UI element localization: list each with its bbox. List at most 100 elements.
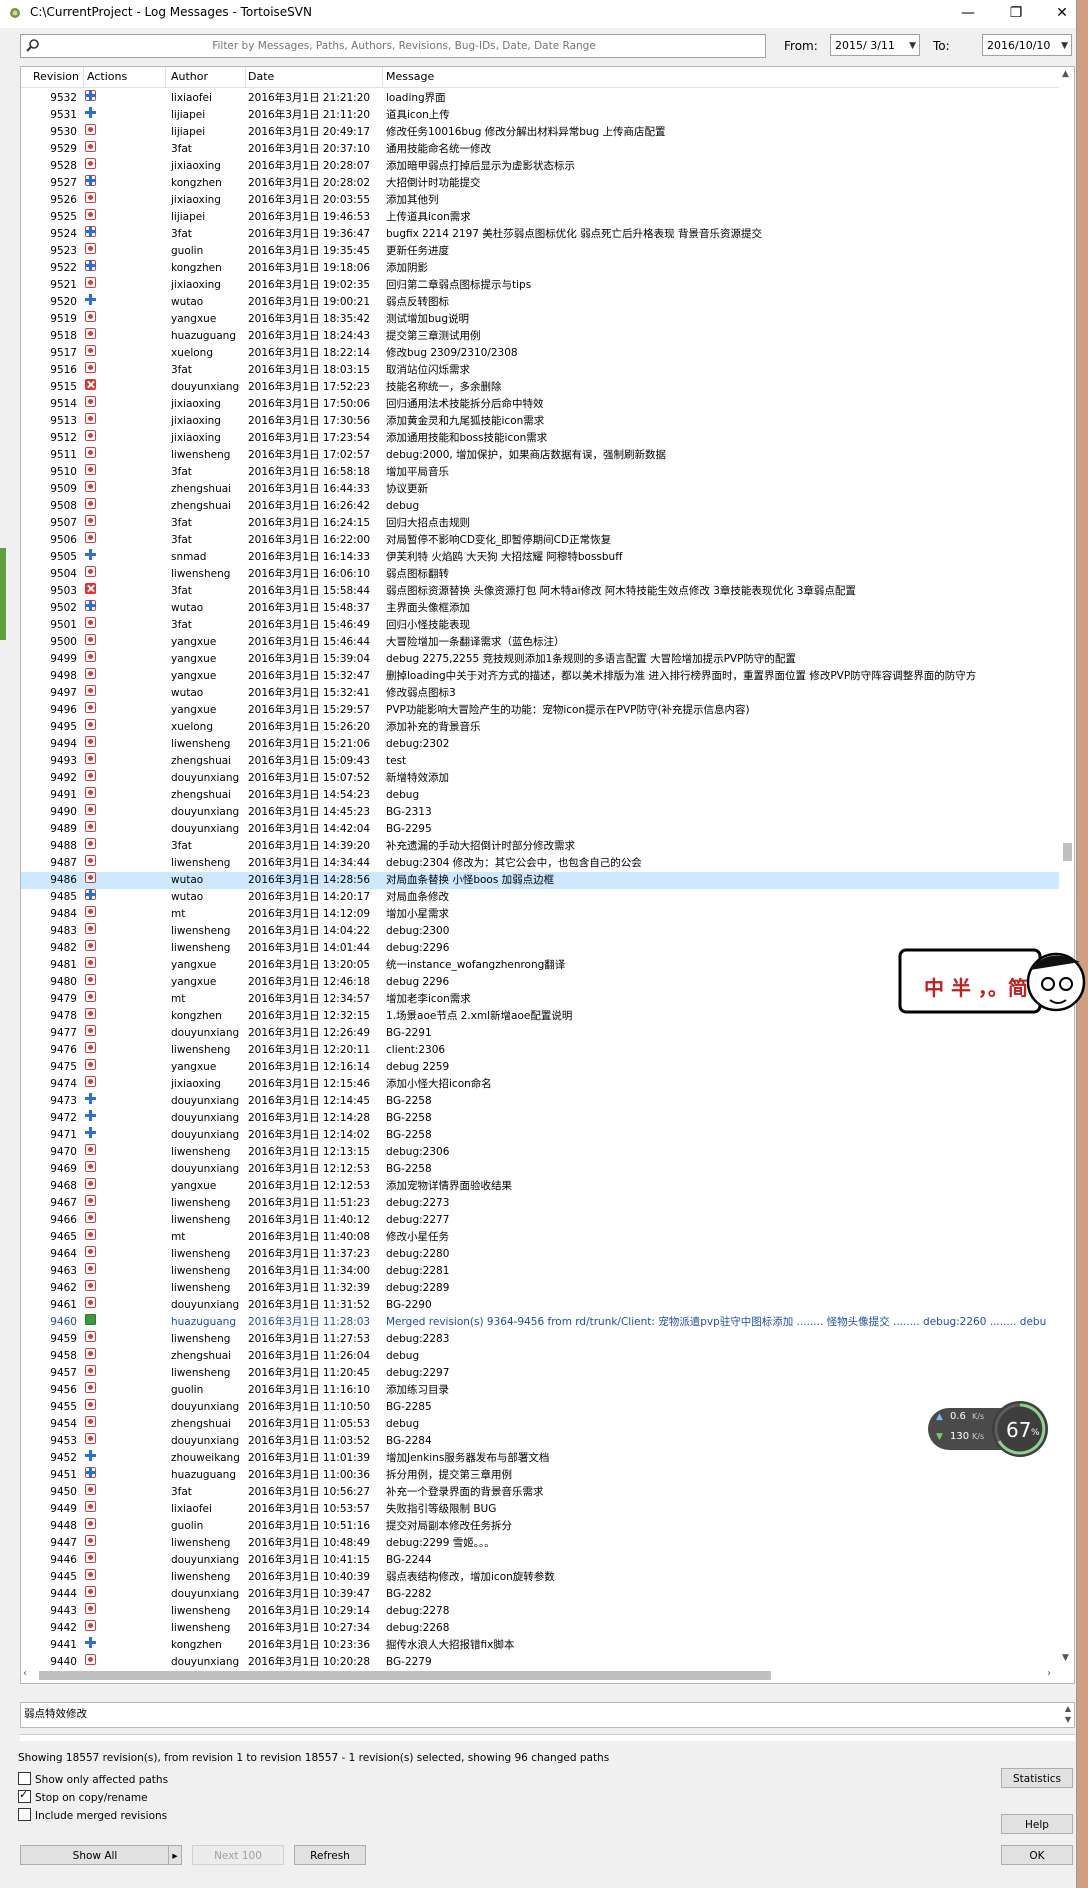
revision-row[interactable]: 9491 zhengshuai 2016年3月1日 14:54:23 debug <box>21 787 1061 804</box>
vertical-scroll-thumb[interactable] <box>1063 843 1072 861</box>
revision-row[interactable]: 9492 douyunxiang 2016年3月1日 15:07:52 新增特效添加 <box>21 770 1061 787</box>
revision-row[interactable]: 9511 liwensheng 2016年3月1日 17:02:57 debug:20… <box>21 447 1061 464</box>
revision-row[interactable]: 9527 kongzhen 2016年3月1日 20:28:02 大招倒计时功能提交 <box>21 175 1061 192</box>
column-header-actions[interactable]: Actions <box>87 70 127 83</box>
revision-row[interactable]: 9445 liwensheng 2016年3月1日 10:40:39 弱点表结构修改，… <box>21 1569 1061 1586</box>
minimize-button[interactable]: — <box>948 2 988 24</box>
chevron-down-icon[interactable]: ▼ <box>1061 35 1068 57</box>
restore-button[interactable]: ❐ <box>996 2 1036 24</box>
from-date-picker[interactable]: 2015/ 3/11 ▼ <box>830 34 920 56</box>
revision-row[interactable]: 9446 douyunxiang 2016年3月1日 10:41:15 BG-2244 <box>21 1552 1061 1569</box>
ok-button[interactable]: OK <box>1001 1845 1073 1865</box>
revision-row[interactable]: 9531 lijiapei 2016年3月1日 21:11:20 道具icon上传 <box>21 107 1061 124</box>
revision-list[interactable]: Revision Actions Author Date Message 953… <box>20 66 1075 1684</box>
revision-row[interactable]: 9455 douyunxiang 2016年3月1日 11:10:50 BG-2285 <box>21 1399 1061 1416</box>
chevron-down-icon[interactable]: ▼ <box>909 35 916 57</box>
revision-row[interactable]: 9525 lijiapei 2016年3月1日 19:46:53 上传道具icon需求 <box>21 209 1061 226</box>
revision-row[interactable]: 9462 liwensheng 2016年3月1日 11:32:39 debug:22… <box>21 1280 1061 1297</box>
revision-row[interactable]: 9520 wutao 2016年3月1日 19:00:21 弱点反转图标 <box>21 294 1061 311</box>
revision-row[interactable]: 9470 liwensheng 2016年3月1日 12:13:15 debug:23… <box>21 1144 1061 1161</box>
revision-row[interactable]: 9499 yangxue 2016年3月1日 15:39:04 debug 2275,… <box>21 651 1061 668</box>
revision-row[interactable]: 9474 jixiaoxing 2016年3月1日 12:15:46 添加小怪大招ic… <box>21 1076 1061 1093</box>
revision-row[interactable]: 9476 liwensheng 2016年3月1日 12:20:11 client:2… <box>21 1042 1061 1059</box>
scroll-up-arrow-icon[interactable]: ▲ <box>1062 69 1069 79</box>
revision-row[interactable]: 9497 wutao 2016年3月1日 15:32:41 修改弱点图标3 <box>21 685 1061 702</box>
revision-row[interactable]: 9443 liwensheng 2016年3月1日 10:29:14 debug:22… <box>21 1603 1061 1620</box>
revision-row[interactable]: 9504 liwensheng 2016年3月1日 16:06:10 弱点图标翻转 <box>21 566 1061 583</box>
next-100-button[interactable]: Next 100 <box>192 1845 284 1865</box>
refresh-button[interactable]: Refresh <box>294 1845 366 1865</box>
show-all-button[interactable]: Show All <box>20 1845 170 1865</box>
close-button[interactable]: ✕ <box>1042 2 1082 24</box>
revision-row[interactable]: 9487 liwensheng 2016年3月1日 14:34:44 debug:23… <box>21 855 1061 872</box>
revision-row[interactable]: 9467 liwensheng 2016年3月1日 11:51:23 debug:22… <box>21 1195 1061 1212</box>
revision-row[interactable]: 9452 zhouweikang 2016年3月1日 11:01:39 增加Jenki… <box>21 1450 1061 1467</box>
revision-row[interactable]: 9444 douyunxiang 2016年3月1日 10:39:47 BG-2282 <box>21 1586 1061 1603</box>
revision-row[interactable]: 9471 douyunxiang 2016年3月1日 12:14:02 BG-2258 <box>21 1127 1061 1144</box>
revision-row[interactable]: 9460 huazuguang 2016年3月1日 11:28:03 Merged r… <box>21 1314 1061 1331</box>
show-only-affected-paths-checkbox[interactable]: Show only affected paths <box>18 1772 168 1786</box>
show-all-dropdown-button[interactable]: ▸ <box>168 1845 182 1865</box>
horizontal-scrollbar[interactable]: ‹ › <box>21 1667 1059 1683</box>
revision-row[interactable]: 9451 huazuguang 2016年3月1日 11:00:36 拆分用例，提交第… <box>21 1467 1061 1484</box>
revision-row[interactable]: 9442 liwensheng 2016年3月1日 10:27:34 debug:22… <box>21 1620 1061 1637</box>
revision-row[interactable]: 9509 zhengshuai 2016年3月1日 16:44:33 协议更新 <box>21 481 1061 498</box>
scroll-down-arrow-icon[interactable]: ▼ <box>1062 1653 1069 1663</box>
scroll-left-arrow-icon[interactable]: ‹ <box>23 1668 27 1679</box>
revision-row[interactable]: 9513 jixiaoxing 2016年3月1日 17:30:56 添加黄金灵和九尾… <box>21 413 1061 430</box>
revision-row[interactable]: 9529 3fat 2016年3月1日 20:37:10 通用技能命名统一修改 <box>21 141 1061 158</box>
revision-row[interactable]: 9463 liwensheng 2016年3月1日 11:34:00 debug:22… <box>21 1263 1061 1280</box>
include-merged-revisions-checkbox[interactable]: Include merged revisions <box>18 1808 167 1822</box>
revision-row[interactable]: 9488 3fat 2016年3月1日 14:39:20 补充遗漏的手动大招倒计时部分… <box>21 838 1061 855</box>
revision-row[interactable]: 9517 xuelong 2016年3月1日 18:22:14 修改bug 2309/… <box>21 345 1061 362</box>
revision-row[interactable]: 9505 snmad 2016年3月1日 16:14:33 伊芙利特 火焰鸥 大天狗 … <box>21 549 1061 566</box>
search-icon[interactable] <box>25 38 41 54</box>
checkbox-box[interactable] <box>18 1808 31 1821</box>
revision-row[interactable]: 9486 wutao 2016年3月1日 14:28:56 对局血条替换 小怪boos… <box>21 872 1061 889</box>
help-button[interactable]: Help <box>1001 1814 1073 1834</box>
to-date-picker[interactable]: 2016/10/10 ▼ <box>982 34 1072 56</box>
checkbox-box[interactable] <box>18 1788 31 1803</box>
stop-on-copy-checkbox[interactable]: Stop on copy/rename <box>18 1788 148 1804</box>
revision-row[interactable]: 9496 yangxue 2016年3月1日 15:29:57 PVP功能影响大冒险产… <box>21 702 1061 719</box>
revision-row[interactable]: 9532 lixiaofei 2016年3月1日 21:21:20 loading界面 <box>21 90 1061 107</box>
statistics-button[interactable]: Statistics <box>1001 1768 1073 1788</box>
filter-search-input[interactable] <box>47 35 761 57</box>
revision-row[interactable]: 9449 lixiaofei 2016年3月1日 10:53:57 失败指引等级限制 … <box>21 1501 1061 1518</box>
revision-row[interactable]: 9447 liwensheng 2016年3月1日 10:48:49 debug:22… <box>21 1535 1061 1552</box>
revision-row[interactable]: 9516 3fat 2016年3月1日 18:03:15 取消站位闪烁需求 <box>21 362 1061 379</box>
revision-row[interactable]: 9441 kongzhen 2016年3月1日 10:23:36 掘传水浪人大招报错f… <box>21 1637 1061 1654</box>
revision-row[interactable]: 9501 3fat 2016年3月1日 15:46:49 回归小怪技能表现 <box>21 617 1061 634</box>
revision-row[interactable]: 9514 jixiaoxing 2016年3月1日 17:50:06 回归通用法术技能… <box>21 396 1061 413</box>
scroll-right-arrow-icon[interactable]: › <box>1047 1668 1051 1679</box>
revision-row[interactable]: 9450 3fat 2016年3月1日 10:56:27 补充一个登录界面的背景音乐需… <box>21 1484 1061 1501</box>
revision-row[interactable]: 9507 3fat 2016年3月1日 16:24:15 回归大招点击规则 <box>21 515 1061 532</box>
column-header-message[interactable]: Message <box>386 70 434 83</box>
filter-search-box[interactable] <box>20 34 766 58</box>
revision-row[interactable]: 9498 yangxue 2016年3月1日 15:32:47 删掉loading中关… <box>21 668 1061 685</box>
revision-row[interactable]: 9459 liwensheng 2016年3月1日 11:27:53 debug:22… <box>21 1331 1061 1348</box>
revision-row[interactable]: 9521 jixiaoxing 2016年3月1日 19:02:35 回归第二章弱点图… <box>21 277 1061 294</box>
revision-row[interactable]: 9519 yangxue 2016年3月1日 18:35:42 测试增加bug说明 <box>21 311 1061 328</box>
revision-row[interactable]: 9490 douyunxiang 2016年3月1日 14:45:23 BG-2313 <box>21 804 1061 821</box>
revision-row[interactable]: 9469 douyunxiang 2016年3月1日 12:12:53 BG-2258 <box>21 1161 1061 1178</box>
revision-row[interactable]: 9515 douyunxiang 2016年3月1日 17:52:23 技能名称统一，… <box>21 379 1061 396</box>
revision-row[interactable]: 9493 zhengshuai 2016年3月1日 15:09:43 test <box>21 753 1061 770</box>
revision-row[interactable]: 9495 xuelong 2016年3月1日 15:26:20 添加补充的背景音乐 <box>21 719 1061 736</box>
column-header-date[interactable]: Date <box>248 70 274 83</box>
revision-row[interactable]: 9464 liwensheng 2016年3月1日 11:37:23 debug:22… <box>21 1246 1061 1263</box>
revision-row[interactable]: 9448 guolin 2016年3月1日 10:51:16 提交对局副本修改任务拆分 <box>21 1518 1061 1535</box>
revision-row[interactable]: 9524 3fat 2016年3月1日 19:36:47 bugfix 2214 21… <box>21 226 1061 243</box>
revision-row[interactable]: 9484 mt 2016年3月1日 14:12:09 增加小星需求 <box>21 906 1061 923</box>
revision-row[interactable]: 9475 yangxue 2016年3月1日 12:16:14 debug 2259 <box>21 1059 1061 1076</box>
revision-row[interactable]: 9523 guolin 2016年3月1日 19:35:45 更新任务进度 <box>21 243 1061 260</box>
revision-row[interactable]: 9500 yangxue 2016年3月1日 15:46:44 大冒险增加一条翻译需求… <box>21 634 1061 651</box>
revision-row[interactable]: 9512 jixiaoxing 2016年3月1日 17:23:54 添加通用技能和b… <box>21 430 1061 447</box>
revision-row[interactable]: 9458 zhengshuai 2016年3月1日 11:26:04 debug <box>21 1348 1061 1365</box>
log-message-panel[interactable]: 弱点特效修改 ▲ ▼ <box>20 1702 1075 1728</box>
revision-row[interactable]: 9472 douyunxiang 2016年3月1日 12:14:28 BG-2258 <box>21 1110 1061 1127</box>
revision-row[interactable]: 9503 3fat 2016年3月1日 15:58:44 弱点图标资源替换 头像资源打… <box>21 583 1061 600</box>
revision-row[interactable]: 9518 huazuguang 2016年3月1日 18:24:43 提交第三章测试用… <box>21 328 1061 345</box>
checkbox-box[interactable] <box>18 1772 31 1785</box>
revision-row[interactable]: 9468 yangxue 2016年3月1日 12:12:53 添加宠物详情界面验收结… <box>21 1178 1061 1195</box>
